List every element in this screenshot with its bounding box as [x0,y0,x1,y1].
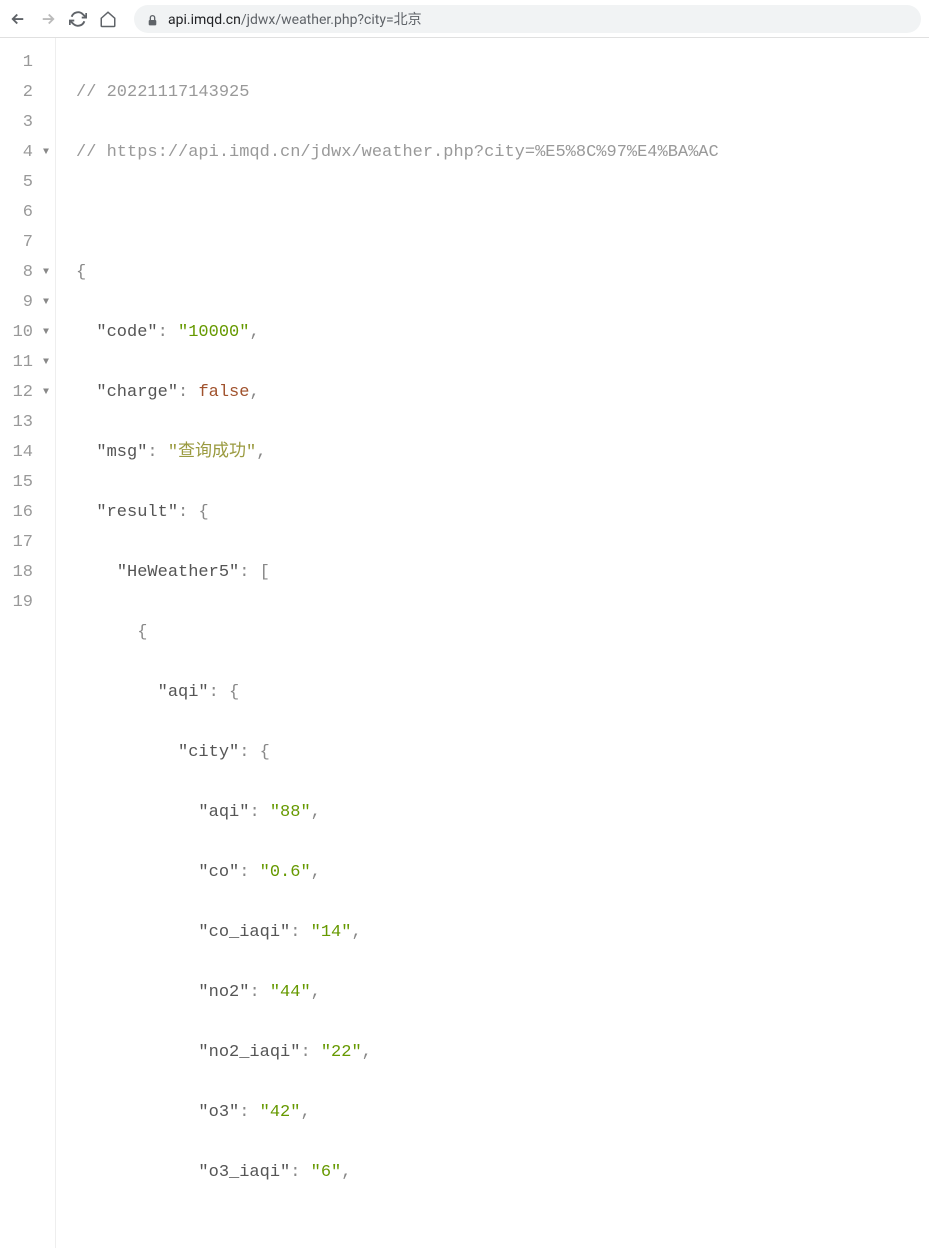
json-value: "44" [270,983,311,1002]
address-bar[interactable]: api.imqd.cn/jdwx/weather.php?city=北京 [134,5,921,33]
json-value: "10000" [178,323,249,342]
back-button[interactable] [8,9,28,29]
line-number: 6 [23,203,33,222]
line-number: 4 [23,143,33,162]
line-number: 13 [13,413,33,432]
fold-marker[interactable]: ▼ [39,378,49,408]
line-number: 15 [13,473,33,492]
line-number: 14 [13,443,33,462]
json-viewer: 1 2 3 4 ▼ 5 6 7 8 ▼ 9 ▼ 10 ▼ 11 ▼ 12 ▼ 13 14 1… [0,38,929,1248]
line-number: 17 [13,533,33,552]
line-number: 8 [23,263,33,282]
json-value: "查询成功" [168,443,256,462]
json-key: "result" [96,503,178,522]
line-number: 7 [23,233,33,252]
json-key: "aqi" [198,803,249,822]
line-number: 5 [23,173,33,192]
line-number: 11 [13,353,33,372]
json-key: "co" [198,863,239,882]
line-number: 19 [13,593,33,612]
json-key: "city" [178,743,239,762]
json-value: false [198,383,249,402]
fold-marker[interactable]: ▼ [39,318,49,348]
json-key: "no2" [198,983,249,1002]
fold-marker[interactable]: ▼ [39,348,49,378]
line-number: 18 [13,563,33,582]
line-number: 16 [13,503,33,522]
line-gutter: 1 2 3 4 ▼ 5 6 7 8 ▼ 9 ▼ 10 ▼ 11 ▼ 12 ▼ 13 14 1… [0,38,56,1248]
json-key: "code" [96,323,157,342]
json-key: "msg" [96,443,147,462]
json-value: "88" [270,803,311,822]
line-number: 9 [23,293,33,312]
forward-button[interactable] [38,9,58,29]
browser-toolbar: api.imqd.cn/jdwx/weather.php?city=北京 [0,0,929,38]
json-value: "0.6" [260,863,311,882]
json-value: "6" [311,1163,342,1182]
line-number: 1 [23,53,33,72]
line-number: 10 [13,323,33,342]
json-key: "no2_iaqi" [198,1043,300,1062]
lock-icon [146,12,160,26]
fold-marker[interactable]: ▼ [39,258,49,288]
json-value: "22" [321,1043,362,1062]
json-value: "14" [311,923,352,942]
code-area[interactable]: // 20221117143925 // https://api.imqd.cn… [56,38,719,1248]
line-number: 12 [13,383,33,402]
json-key: "HeWeather5" [117,563,239,582]
line-number: 2 [23,83,33,102]
json-key: "o3" [198,1103,239,1122]
json-key: "co_iaqi" [198,923,290,942]
comment-line: // 20221117143925 [76,83,249,102]
home-button[interactable] [98,9,118,29]
fold-marker[interactable]: ▼ [39,288,49,318]
reload-button[interactable] [68,9,88,29]
json-key: "aqi" [158,683,209,702]
json-key: "charge" [96,383,178,402]
fold-marker[interactable]: ▼ [39,138,49,168]
line-number: 3 [23,113,33,132]
json-key: "o3_iaqi" [198,1163,290,1182]
comment-line: // https://api.imqd.cn/jdwx/weather.php?… [76,143,719,162]
url-text: api.imqd.cn/jdwx/weather.php?city=北京 [168,9,422,29]
json-value: "42" [260,1103,301,1122]
